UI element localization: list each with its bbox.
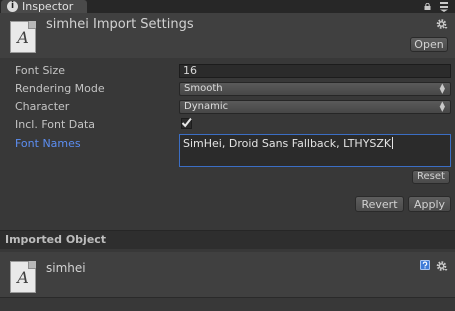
rendering-mode-label: Rendering Mode xyxy=(15,82,105,95)
rendering-mode-value: Smooth xyxy=(184,83,223,94)
help-icon[interactable] xyxy=(420,260,430,270)
menu-icon[interactable] xyxy=(439,1,449,12)
open-button[interactable]: Open xyxy=(410,37,448,52)
imported-object-title: Imported Object xyxy=(5,233,107,246)
font-asset-icon: A xyxy=(10,21,36,53)
text-caret xyxy=(392,137,394,149)
font-names-input[interactable]: SimHei, Droid Sans Fallback, LTHYSZK xyxy=(179,134,451,167)
divider xyxy=(0,297,455,298)
import-settings-title: simhei Import Settings xyxy=(46,17,194,32)
updown-arrow-icon: ▲ ▼ xyxy=(439,82,445,95)
rendering-mode-dropdown[interactable]: Smooth ▲ ▼ xyxy=(179,82,451,96)
updown-arrow-icon: ▲ ▼ xyxy=(439,100,445,113)
imported-object-name: simhei xyxy=(46,261,86,275)
revert-button[interactable]: Revert xyxy=(355,196,404,212)
character-value: Dynamic xyxy=(184,101,229,112)
checkmark-icon xyxy=(181,117,192,128)
font-size-field[interactable]: 16 xyxy=(179,64,451,78)
reset-button[interactable]: Reset xyxy=(412,170,450,184)
font-asset-icon: A xyxy=(10,261,36,293)
character-label: Character xyxy=(15,100,70,113)
font-size-label: Font Size xyxy=(15,64,66,77)
font-asset-letter: A xyxy=(17,268,29,287)
incl-font-data-checkbox[interactable] xyxy=(181,117,192,129)
lock-icon[interactable] xyxy=(424,3,431,10)
apply-button[interactable]: Apply xyxy=(408,196,451,212)
character-dropdown[interactable]: Dynamic ▲ ▼ xyxy=(179,100,451,114)
font-names-value: SimHei, Droid Sans Fallback, LTHYSZK xyxy=(183,137,392,150)
info-icon: i xyxy=(7,1,18,12)
font-asset-letter: A xyxy=(17,28,29,47)
inspector-tab-label: Inspector xyxy=(22,0,74,13)
font-names-label: Font Names xyxy=(15,137,81,150)
gear-icon[interactable] xyxy=(436,260,448,272)
incl-font-data-label: Incl. Font Data xyxy=(15,118,96,131)
gear-icon[interactable] xyxy=(436,18,448,30)
